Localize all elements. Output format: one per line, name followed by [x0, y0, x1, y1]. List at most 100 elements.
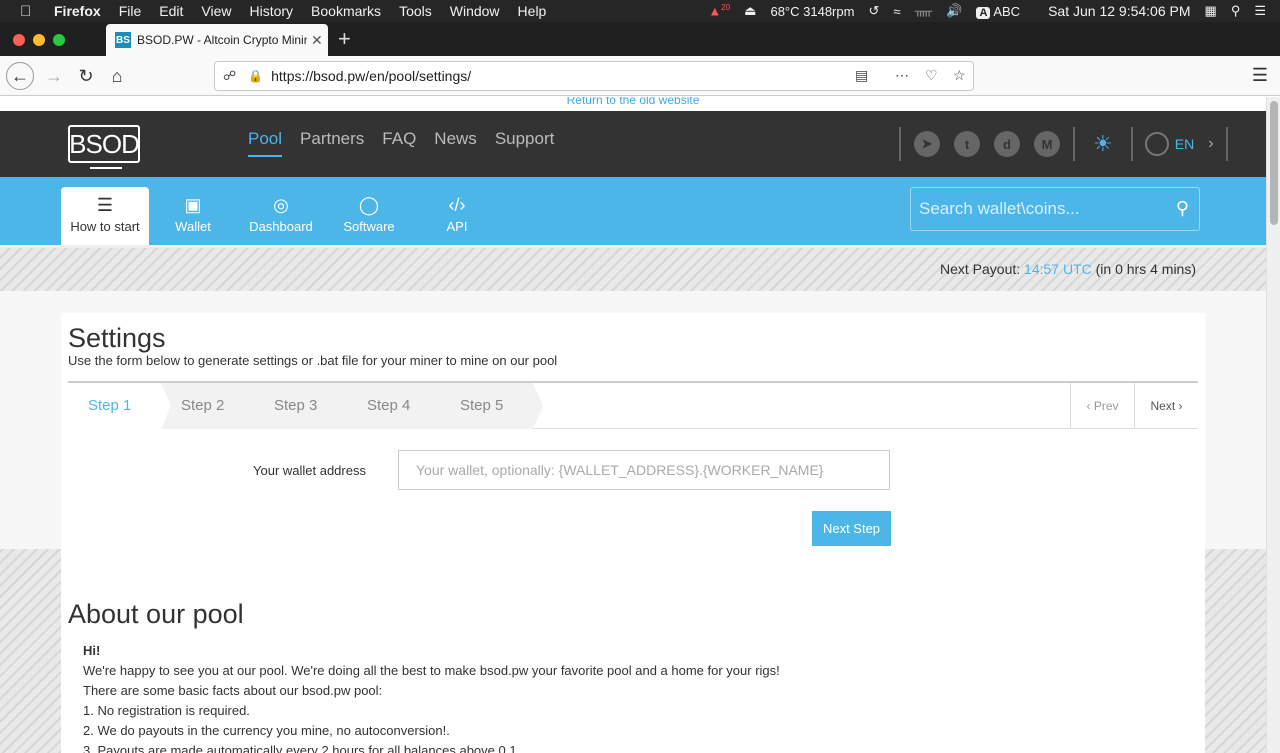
shield-icon[interactable]: ☍: [223, 68, 236, 84]
site-header: BSOD Pool Partners FAQ News Support ➤ t …: [0, 111, 1266, 177]
pocket-icon[interactable]: ♡: [925, 67, 938, 84]
nav-pool[interactable]: Pool: [248, 129, 283, 157]
subnav-api[interactable]: ‹/› API: [413, 187, 501, 245]
about-line: 2. We do payouts in the currency you min…: [83, 723, 450, 738]
subnav-dashboard[interactable]: ◎ Dashboard: [237, 187, 325, 245]
step-1-tab[interactable]: Step 1: [68, 383, 171, 429]
discord-icon[interactable]: d: [994, 131, 1020, 157]
menu-bookmarks[interactable]: Bookmarks: [311, 3, 381, 19]
language-label: EN: [1174, 136, 1195, 152]
social-links: ➤ t d M ☀ EN ›: [893, 127, 1234, 161]
browser-tab[interactable]: BS BSOD.PW - Altcoin Crypto Mining ✕: [106, 24, 328, 56]
menu-history[interactable]: History: [249, 3, 293, 19]
menu-view[interactable]: View: [201, 3, 231, 19]
maximize-window-button[interactable]: [53, 34, 65, 46]
about-line: There are some basic facts about our bso…: [83, 683, 383, 698]
menu-file[interactable]: File: [119, 3, 142, 19]
step-5-tab[interactable]: Step 5: [440, 383, 543, 429]
close-tab-icon[interactable]: ✕: [311, 32, 323, 49]
old-website-link[interactable]: Return to the old website: [0, 97, 1266, 111]
macos-menubar:  Firefox File Edit View History Bookmar…: [0, 0, 1280, 22]
notification-icon[interactable]: ▲20: [708, 3, 730, 18]
next-payout: Next Payout: 14:57 UTC (in 0 hrs 4 mins): [940, 261, 1196, 277]
about-title: About our pool: [68, 599, 244, 629]
next-label: Next: [1150, 399, 1176, 413]
menu-app[interactable]: Firefox: [54, 3, 101, 19]
menu-tools[interactable]: Tools: [399, 3, 432, 19]
close-window-button[interactable]: [13, 34, 25, 46]
time-machine-icon[interactable]: ↺: [868, 3, 879, 19]
twitter-icon[interactable]: t: [954, 131, 980, 157]
volume-icon[interactable]: 🔊: [946, 3, 962, 19]
divider: [1073, 127, 1075, 161]
nav-support[interactable]: Support: [495, 129, 555, 157]
hamburger-menu-icon[interactable]: ☰: [1252, 65, 1268, 86]
chevron-right-icon: ›: [1208, 135, 1214, 152]
search-icon[interactable]: ⚲: [1176, 198, 1189, 219]
bluetooth-icon[interactable]: ᚅ: [914, 3, 932, 19]
new-tab-icon[interactable]: +: [338, 26, 351, 52]
site-logo[interactable]: BSOD: [68, 125, 140, 169]
input-source[interactable]: A ABC: [976, 4, 1034, 19]
lock-icon[interactable]: 🔒: [248, 69, 263, 83]
page-scrollbar[interactable]: [1266, 97, 1280, 753]
url-text[interactable]: https://bsod.pw/en/pool/settings/: [271, 68, 471, 84]
input-abc: ABC: [993, 3, 1021, 19]
about-line: We're happy to see you at our pool. We'r…: [83, 663, 780, 678]
menu-edit[interactable]: Edit: [159, 3, 183, 19]
tab-title: BSOD.PW - Altcoin Crypto Mining: [137, 33, 307, 47]
step-wizard: Step 1 Step 2 Step 3 Step 4 Step 5: [68, 381, 1198, 429]
status-area: ▲20 ⏏ 68°C 3148rpm ↺ ≈ ᚅ 🔊 A ABC Sat Jun…: [708, 0, 1280, 22]
page-actions-icon[interactable]: ⋯: [895, 67, 909, 84]
forward-icon[interactable]: →: [40, 62, 68, 90]
reload-icon[interactable]: ↻: [72, 62, 100, 90]
wifi-icon[interactable]: ≈: [893, 4, 900, 19]
eject-icon[interactable]: ⏏: [744, 3, 756, 19]
about-text: Hi! We're happy to see you at our pool. …: [83, 641, 1183, 753]
subnav-label: Dashboard: [249, 219, 313, 234]
subnav-wallet[interactable]: ▣ Wallet: [149, 187, 237, 245]
nav-news[interactable]: News: [434, 129, 477, 157]
clock[interactable]: Sat Jun 12 9:54:06 PM: [1048, 3, 1190, 19]
spotlight-icon[interactable]: ⚲: [1231, 3, 1241, 19]
step-4-tab[interactable]: Step 4: [347, 383, 450, 429]
step-3-tab[interactable]: Step 3: [254, 383, 357, 429]
wizard-pager: ‹ Prev Next ›: [1070, 383, 1198, 429]
apple-icon[interactable]: : [20, 3, 36, 20]
menu-window[interactable]: Window: [450, 3, 500, 19]
subnav-label: Wallet: [175, 219, 211, 234]
main-nav: Pool Partners FAQ News Support: [248, 129, 572, 157]
next-step-button[interactable]: Next Step: [812, 511, 891, 546]
medium-icon[interactable]: M: [1034, 131, 1060, 157]
control-center-icon[interactable]: ☰: [1254, 3, 1266, 19]
minimize-window-button[interactable]: [33, 34, 45, 46]
subnav-software[interactable]: ◯ Software: [325, 187, 413, 245]
temp-readout[interactable]: 68°C 3148rpm: [770, 4, 854, 19]
search-input[interactable]: [919, 198, 1159, 220]
nav-partners[interactable]: Partners: [300, 129, 364, 157]
theme-toggle-icon[interactable]: ☀: [1093, 131, 1113, 157]
next-button[interactable]: Next ›: [1134, 383, 1198, 429]
dashboard-icon: ◎: [273, 195, 289, 215]
sliders-icon: ☰: [96, 195, 114, 215]
scrollbar-thumb[interactable]: [1270, 101, 1278, 225]
back-icon[interactable]: ←: [6, 62, 34, 90]
reader-view-icon[interactable]: ▤: [855, 67, 868, 84]
wallet-address-label: Your wallet address: [253, 463, 366, 478]
language-selector[interactable]: EN ›: [1144, 132, 1214, 156]
telegram-icon[interactable]: ➤: [914, 131, 940, 157]
divider: [1130, 127, 1133, 161]
prev-button[interactable]: ‹ Prev: [1070, 383, 1134, 429]
menu-help[interactable]: Help: [518, 3, 547, 19]
nav-faq[interactable]: FAQ: [382, 129, 416, 157]
step-2-tab[interactable]: Step 2: [161, 383, 264, 429]
subnav-how-to-start[interactable]: ☰ How to start: [61, 187, 149, 245]
about-line: 3. Payouts are made automatically every …: [83, 743, 517, 753]
bookmark-star-icon[interactable]: ☆: [953, 67, 966, 84]
wallet-address-input[interactable]: [398, 450, 890, 490]
captions-icon[interactable]: ▦: [1205, 3, 1217, 19]
home-icon[interactable]: ⌂: [103, 62, 131, 90]
url-bar[interactable]: ☍ 🔒 https://bsod.pw/en/pool/settings/ ▤ …: [214, 61, 974, 91]
payout-label: Next Payout:: [940, 261, 1021, 277]
favicon-icon: BS: [115, 32, 131, 48]
